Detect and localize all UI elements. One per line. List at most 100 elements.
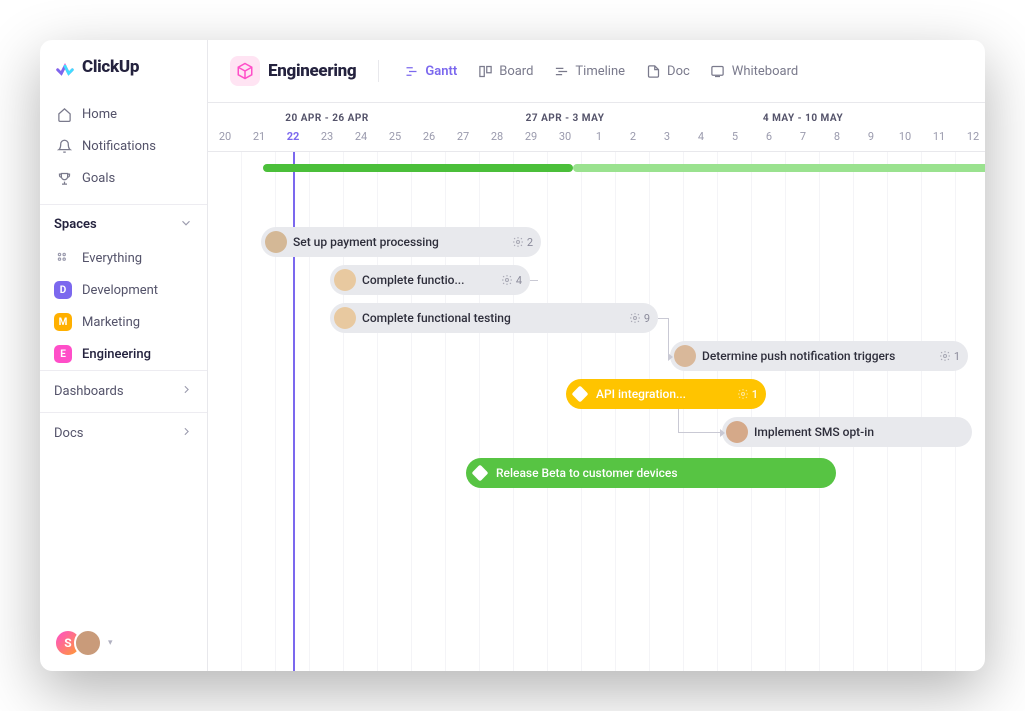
- progress-complete: [263, 164, 573, 172]
- space-badge: E: [54, 345, 72, 363]
- doc-icon: [645, 63, 661, 79]
- bell-icon: [56, 138, 72, 154]
- view-tab-label: Whiteboard: [732, 64, 798, 79]
- dependency-line: [668, 318, 669, 356]
- task-bar[interactable]: Set up payment processing 2: [261, 227, 541, 257]
- view-tab-label: Board: [499, 64, 533, 79]
- avatar-icon: [334, 307, 356, 329]
- workspace-chip[interactable]: Engineering: [224, 52, 362, 90]
- timeline-day[interactable]: 1: [582, 128, 616, 151]
- space-label: Engineering: [82, 347, 151, 362]
- timeline-day[interactable]: 9: [854, 128, 888, 151]
- timeline-icon: [553, 63, 569, 79]
- task-bar[interactable]: Determine push notification triggers 1: [670, 341, 968, 371]
- task-title: API integration...: [596, 387, 731, 401]
- space-item-marketing[interactable]: M Marketing: [40, 306, 207, 338]
- nav-goals-label: Goals: [82, 171, 115, 186]
- timeline-day[interactable]: 22: [276, 128, 310, 151]
- view-tab-label: Timeline: [575, 64, 625, 79]
- dependency-line: [530, 280, 538, 281]
- timeline-day[interactable]: 5: [718, 128, 752, 151]
- view-tab-whiteboard[interactable]: Whiteboard: [702, 59, 806, 83]
- task-count: 9: [629, 312, 650, 325]
- timeline-day[interactable]: 25: [378, 128, 412, 151]
- dependency-line: [678, 432, 720, 433]
- task-bar[interactable]: Complete functional testing 9: [330, 303, 658, 333]
- task-bar-milestone[interactable]: API integration... 1: [566, 379, 766, 409]
- nav-docs[interactable]: Docs: [40, 412, 207, 454]
- dashboards-label: Dashboards: [54, 384, 124, 399]
- timeline-day[interactable]: 7: [786, 128, 820, 151]
- nav-notifications[interactable]: Notifications: [48, 130, 199, 162]
- timeline-day[interactable]: 27: [446, 128, 480, 151]
- task-bar[interactable]: Implement SMS opt-in: [722, 417, 972, 447]
- timeline-day[interactable]: 12: [956, 128, 985, 151]
- app-logo[interactable]: ClickUp: [40, 40, 207, 92]
- space-label: Development: [82, 283, 158, 298]
- view-tab-label: Doc: [667, 64, 690, 79]
- timeline-day[interactable]: 6: [752, 128, 786, 151]
- view-tab-label: Gantt: [425, 64, 457, 79]
- timeline-day[interactable]: 24: [344, 128, 378, 151]
- task-bar-milestone[interactable]: Release Beta to customer devices: [466, 458, 836, 488]
- view-tab-doc[interactable]: Doc: [637, 59, 698, 83]
- timeline-day[interactable]: 3: [650, 128, 684, 151]
- view-tab-gantt[interactable]: Gantt: [395, 59, 465, 83]
- space-badge: M: [54, 313, 72, 331]
- home-icon: [56, 106, 72, 122]
- chevron-right-icon: [180, 383, 193, 400]
- gantt-icon: [403, 63, 419, 79]
- task-count: 1: [737, 388, 758, 401]
- timeline-day[interactable]: 21: [242, 128, 276, 151]
- timeline-range: 20 APR - 26 APR: [208, 103, 446, 128]
- timeline-day[interactable]: 2: [616, 128, 650, 151]
- nav-notifications-label: Notifications: [82, 139, 156, 154]
- timeline-day[interactable]: 4: [684, 128, 718, 151]
- space-item-development[interactable]: D Development: [40, 274, 207, 306]
- space-everything-label: Everything: [82, 251, 142, 266]
- space-everything[interactable]: Everything: [40, 242, 207, 274]
- chevron-down-icon: [179, 215, 193, 234]
- task-title: Set up payment processing: [293, 235, 506, 249]
- nav-home[interactable]: Home: [48, 98, 199, 130]
- timeline-day[interactable]: 10: [888, 128, 922, 151]
- task-title: Determine push notification triggers: [702, 349, 933, 363]
- timeline-range: 27 APR - 3 MAY: [446, 103, 684, 128]
- spaces-title: Spaces: [54, 217, 97, 232]
- whiteboard-icon: [710, 63, 726, 79]
- timeline-day[interactable]: 8: [820, 128, 854, 151]
- timeline-day[interactable]: 23: [310, 128, 344, 151]
- timeline-day[interactable]: 26: [412, 128, 446, 151]
- diamond-icon: [472, 465, 489, 482]
- app-name: ClickUp: [82, 57, 139, 77]
- spaces-header[interactable]: Spaces: [40, 204, 207, 242]
- avatar-icon: [674, 345, 696, 367]
- space-item-engineering[interactable]: E Engineering: [40, 338, 207, 370]
- view-tab-board[interactable]: Board: [469, 59, 541, 83]
- docs-label: Docs: [54, 426, 83, 441]
- avatar-teammate: [74, 629, 102, 657]
- dependency-line: [678, 409, 679, 432]
- cube-icon: [230, 56, 260, 86]
- timeline-day[interactable]: 20: [208, 128, 242, 151]
- timeline-day[interactable]: 29: [514, 128, 548, 151]
- task-bar[interactable]: Complete functio... 4: [330, 265, 530, 295]
- user-switcher[interactable]: S ▾: [40, 615, 207, 671]
- nav-home-label: Home: [82, 107, 117, 122]
- avatar-icon: [265, 231, 287, 253]
- timeline-range: 4 MAY - 10 MAY: [684, 103, 922, 128]
- separator: [378, 60, 379, 82]
- space-badge: D: [54, 281, 72, 299]
- nav-dashboards[interactable]: Dashboards: [40, 370, 207, 412]
- avatar-icon: [726, 421, 748, 443]
- space-label: Marketing: [82, 315, 140, 330]
- view-tab-timeline[interactable]: Timeline: [545, 59, 633, 83]
- nav-goals[interactable]: Goals: [48, 162, 199, 194]
- timeline-day[interactable]: 11: [922, 128, 956, 151]
- task-title: Release Beta to customer devices: [496, 466, 828, 480]
- chevron-right-icon: [180, 425, 193, 442]
- timeline-day[interactable]: 30: [548, 128, 582, 151]
- diamond-icon: [572, 386, 589, 403]
- dependency-line: [658, 318, 668, 319]
- timeline-day[interactable]: 28: [480, 128, 514, 151]
